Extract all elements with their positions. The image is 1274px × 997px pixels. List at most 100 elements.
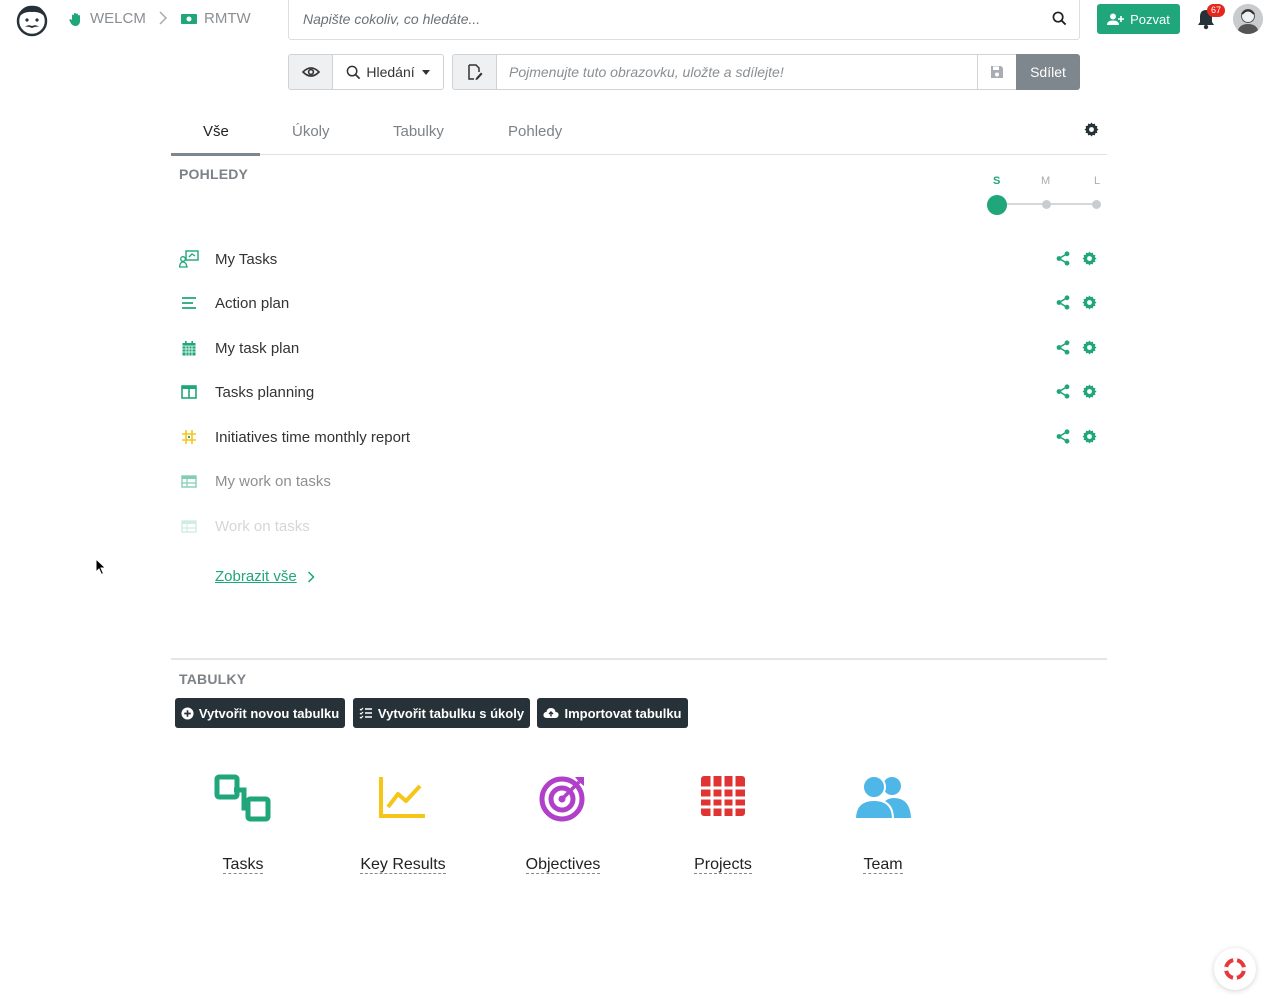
grid-icon [699,774,747,823]
section-divider [171,658,1107,660]
list-item-label: My task plan [215,339,300,357]
search-mode-dropdown[interactable]: Hledání [332,54,444,90]
global-search [288,0,1080,40]
lifebuoy-icon [1224,958,1246,980]
gear-icon[interactable] [1084,122,1099,142]
size-m-dot[interactable] [1042,200,1051,209]
breadcrumb-workspace[interactable]: WELCM [68,10,146,27]
gear-icon[interactable] [1082,384,1097,404]
task-list-icon [359,707,372,719]
edit-screen-button[interactable] [452,54,497,90]
app-logo-icon[interactable] [14,2,50,38]
breadcrumb-project-label: RMTW [204,10,251,27]
list-item[interactable]: My Tasks [179,244,1107,274]
row-actions [1056,251,1097,271]
size-s-label[interactable]: S [993,175,1000,187]
line-chart-icon [378,774,428,825]
size-l-label[interactable]: L [1094,175,1100,187]
tile-label: Team [863,856,903,874]
list-item[interactable]: Action plan [179,288,1107,318]
create-table-button[interactable]: Vytvořit novou tabulku [175,698,345,728]
add-user-icon [1107,13,1125,25]
visibility-button[interactable] [288,54,333,90]
tasks-icon [214,774,272,827]
row-actions [1056,340,1097,360]
eye-icon [301,67,320,77]
breadcrumb-project[interactable]: RMTW [180,10,251,27]
create-task-table-label: Vytvořit tabulku s úkoly [377,705,525,721]
money-icon [181,13,197,24]
import-table-button[interactable]: Importovat tabulku [537,698,688,728]
table-icon [179,471,199,491]
tables-section-title: TABULKY [179,671,247,687]
screen-name-field [496,54,978,90]
mouse-cursor-icon [95,557,107,581]
floppy-disk-icon [991,66,1003,78]
list-item[interactable]: Work on tasks [179,511,1107,541]
gear-icon[interactable] [1082,340,1097,360]
search-input[interactable] [289,0,1029,38]
invite-button-label: Pozvat [1130,11,1170,27]
task-board-icon [179,249,199,269]
search-mode-label: Hledání [366,64,415,80]
share-icon[interactable] [1056,295,1070,315]
save-button[interactable] [977,54,1017,90]
list-item[interactable]: My work on tasks [179,466,1107,496]
help-button[interactable] [1214,948,1256,990]
show-all-link[interactable]: Zobrazit vše [215,568,315,585]
tab-tables[interactable]: Tabulky [393,123,444,140]
share-icon[interactable] [1056,429,1070,449]
list-item-label: Initiatives time monthly report [215,428,411,446]
table-tile-projects[interactable]: Projects [663,770,783,880]
list-item-label: Work on tasks [215,517,310,535]
share-button[interactable]: Sdílet [1016,54,1080,90]
share-icon[interactable] [1056,384,1070,404]
list-item[interactable]: Initiatives time monthly report [179,422,1107,452]
invite-button[interactable]: Pozvat [1097,4,1180,34]
chevron-right-icon [158,9,168,32]
tile-label: Projects [694,856,752,874]
table-icon [179,516,199,536]
breadcrumb-workspace-label: WELCM [90,10,146,27]
gear-icon[interactable] [1082,295,1097,315]
row-actions [1056,295,1097,315]
views-section-title: POHLEDY [179,166,249,182]
tile-label: Tasks [222,856,264,874]
plus-circle-icon [181,706,194,720]
table-tile-key-results[interactable]: Key Results [343,770,463,880]
gear-icon[interactable] [1082,251,1097,271]
create-task-table-button[interactable]: Vytvořit tabulku s úkoly [353,698,530,728]
tab-tasks[interactable]: Úkoly [292,123,330,140]
file-edit-icon [467,64,482,80]
notification-badge: 67 [1207,4,1226,17]
list-item[interactable]: My task plan [179,333,1107,363]
share-icon[interactable] [1056,251,1070,271]
cloud-upload-icon [543,708,560,718]
table-tile-objectives[interactable]: Objectives [503,770,623,880]
caret-down-icon [421,69,430,75]
import-table-label: Importovat tabulku [564,705,682,721]
tab-all[interactable]: Vše [203,123,229,140]
size-l-dot[interactable] [1092,200,1101,209]
list-item[interactable]: Tasks planning [179,377,1107,407]
table-tile-team[interactable]: Team [823,770,943,880]
search-icon[interactable] [1052,11,1067,31]
size-s-handle[interactable] [987,195,1007,215]
row-actions [1056,384,1097,404]
size-m-label[interactable]: M [1041,175,1050,187]
tile-label: Key Results [360,856,446,874]
chevron-right-icon [307,570,315,583]
create-table-label: Vytvořit novou tabulku [198,705,340,721]
tab-views[interactable]: Pohledy [508,123,562,140]
list-item-label: Action plan [215,294,290,312]
table-tile-tasks[interactable]: Tasks [183,770,303,880]
hand-icon [69,12,80,26]
tab-bar: Vše Úkoly Tabulky Pohledy [171,112,1107,156]
avatar[interactable] [1233,4,1263,34]
size-slider[interactable]: S M L [983,175,1107,220]
target-icon [539,774,587,827]
gear-icon[interactable] [1082,429,1097,449]
screen-name-input[interactable] [497,55,977,89]
share-icon[interactable] [1056,340,1070,360]
list-item-label: Tasks planning [215,383,315,401]
